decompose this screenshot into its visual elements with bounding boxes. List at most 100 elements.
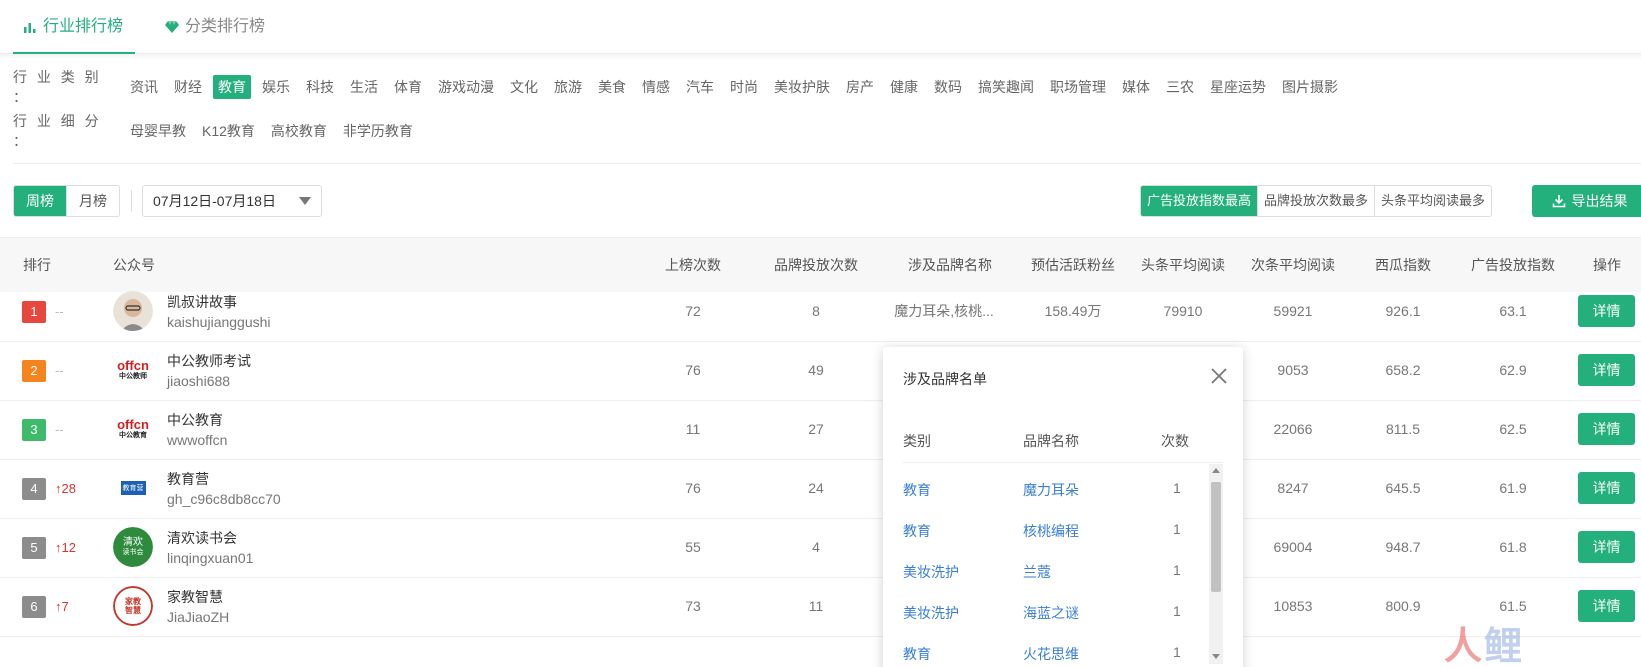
period-weekly-button[interactable]: 周榜 xyxy=(14,186,66,216)
tab-industry-ranking[interactable]: 行业排行榜 xyxy=(13,0,135,54)
category-chip[interactable]: 生活 xyxy=(345,75,383,99)
account-name[interactable]: 教育营 xyxy=(167,469,209,489)
subcategory-chip[interactable]: 非学历教育 xyxy=(338,119,418,143)
brand-name-link[interactable]: 兰蔻 xyxy=(1023,562,1051,582)
category-chip[interactable]: 娱乐 xyxy=(257,75,295,99)
category-chip[interactable]: 体育 xyxy=(389,75,427,99)
category-chip[interactable]: 科技 xyxy=(301,75,339,99)
brand-category-link[interactable]: 教育 xyxy=(903,521,931,541)
popup-scrollbar[interactable] xyxy=(1209,464,1223,664)
account-name[interactable]: 凯叔讲故事 xyxy=(167,292,237,312)
xigua-index-cell: 658.2 xyxy=(1385,362,1421,378)
tab-category-label: 分类排行榜 xyxy=(185,18,266,35)
sort-ad-index-button[interactable]: 广告投放指数最高 xyxy=(1141,186,1258,216)
detail-button[interactable]: 详情 xyxy=(1578,354,1635,386)
popup-scroll-thumb[interactable] xyxy=(1211,482,1221,592)
category-chip[interactable]: 美食 xyxy=(593,75,631,99)
table-row: 3 -- offcn 中公教育 中公教育 wwwoffcn 11 27 22066 811.5 62… xyxy=(0,398,1641,460)
category-chip[interactable]: 职场管理 xyxy=(1045,75,1111,99)
scroll-down-icon[interactable] xyxy=(1212,654,1220,659)
xigua-index-cell: 948.7 xyxy=(1385,539,1421,555)
detail-button[interactable]: 详情 xyxy=(1578,472,1635,504)
brand-category-link[interactable]: 教育 xyxy=(903,644,931,664)
filter-divider xyxy=(13,163,1641,164)
brand-count: 1 xyxy=(1173,644,1181,660)
account-name[interactable]: 中公教师考试 xyxy=(167,351,251,371)
category-chip[interactable]: 数码 xyxy=(929,75,967,99)
detail-button[interactable]: 详情 xyxy=(1578,413,1635,445)
brand-placements-cell: 49 xyxy=(808,362,824,378)
category-chip[interactable]: 旅游 xyxy=(549,75,587,99)
active-fans-cell: 158.49万 xyxy=(1044,303,1102,319)
account-name[interactable]: 家教智慧 xyxy=(167,587,223,607)
category-chip[interactable]: 游戏动漫 xyxy=(433,75,499,99)
brand-name-link[interactable]: 火花思维 xyxy=(1023,644,1079,664)
brand-category-link[interactable]: 教育 xyxy=(903,480,931,500)
xigua-index-cell: 800.9 xyxy=(1385,598,1421,614)
account-id: linqingxuan01 xyxy=(167,550,254,566)
brand-category-link[interactable]: 美妆洗护 xyxy=(903,562,959,582)
bar-chart-icon xyxy=(24,23,36,33)
appearances-cell: 11 xyxy=(685,421,701,437)
rank-badge: 2 xyxy=(22,360,46,382)
period-monthly-button[interactable]: 月榜 xyxy=(66,186,119,216)
diamond-icon xyxy=(165,21,179,33)
brand-placements-cell: 27 xyxy=(808,421,824,437)
category-chip[interactable]: 资讯 xyxy=(125,75,163,99)
subcategory-chip[interactable]: 母婴早教 xyxy=(125,119,191,143)
sort-toggle: 广告投放指数最高 品牌投放次数最多 头条平均阅读最多 xyxy=(1140,185,1493,217)
popup-brand-row: 教育 魔力耳朵 1 xyxy=(883,468,1223,509)
category-chip[interactable]: 三农 xyxy=(1161,75,1199,99)
rank-change: ↑7 xyxy=(55,599,69,614)
popup-header-divider xyxy=(903,462,1223,463)
category-chip[interactable]: 媒体 xyxy=(1117,75,1155,99)
category-chip[interactable]: 健康 xyxy=(885,75,923,99)
popup-header-count: 次数 xyxy=(1161,433,1189,449)
date-range-select[interactable]: 07月12日-07月18日 xyxy=(142,185,322,217)
category-chip[interactable]: 文化 xyxy=(505,75,543,99)
detail-button[interactable]: 详情 xyxy=(1578,295,1635,327)
appearances-cell: 76 xyxy=(685,480,701,496)
brand-name-link[interactable]: 核桃编程 xyxy=(1023,521,1079,541)
category-chip[interactable]: 教育 xyxy=(213,75,251,99)
brand-placements-cell: 4 xyxy=(812,539,820,555)
ad-index-cell: 61.8 xyxy=(1499,539,1527,555)
close-icon[interactable] xyxy=(1208,365,1230,387)
tab-category-ranking[interactable]: 分类排行榜 xyxy=(165,0,265,54)
brand-name-link[interactable]: 海蓝之谜 xyxy=(1023,603,1079,623)
detail-button[interactable]: 详情 xyxy=(1578,531,1635,563)
category-chip[interactable]: 房产 xyxy=(841,75,879,99)
appearances-cell: 73 xyxy=(685,598,701,614)
sort-brand-placements-button[interactable]: 品牌投放次数最多 xyxy=(1257,186,1374,216)
account-id: gh_c96c8db8cc70 xyxy=(167,491,281,507)
category-chip[interactable]: 美妆护肤 xyxy=(769,75,835,99)
ad-index-cell: 62.5 xyxy=(1499,421,1527,437)
account-name[interactable]: 中公教育 xyxy=(167,410,223,430)
account-name[interactable]: 清欢读书会 xyxy=(167,528,237,548)
subcategory-chip[interactable]: K12教育 xyxy=(197,119,260,143)
category-chip[interactable]: 汽车 xyxy=(681,75,719,99)
sub-reads-cell: 22066 xyxy=(1273,421,1313,437)
category-chip[interactable]: 图片摄影 xyxy=(1277,75,1343,99)
table-row: 1 -- 凯叔讲故事 kaishujianggushi 72 8 魔力耳朵,核桃... 158… xyxy=(0,280,1641,342)
category-chip[interactable]: 时尚 xyxy=(725,75,763,99)
account-id: jiaoshi688 xyxy=(167,373,231,389)
category-chip[interactable]: 搞笑趣闻 xyxy=(973,75,1039,99)
avatar: offcn 中公教师 xyxy=(113,350,153,390)
appearances-cell: 72 xyxy=(685,303,701,319)
detail-button[interactable]: 详情 xyxy=(1578,590,1635,622)
rank-badge: 6 xyxy=(22,596,46,618)
subcategory-chip[interactable]: 高校教育 xyxy=(266,119,332,143)
category-chip[interactable]: 财经 xyxy=(169,75,207,99)
category-chip[interactable]: 情感 xyxy=(637,75,675,99)
brand-name-link[interactable]: 魔力耳朵 xyxy=(1023,480,1079,500)
sort-head-reads-button[interactable]: 头条平均阅读最多 xyxy=(1374,186,1491,216)
industry-subcategory-label: 行 业 细 分 ： xyxy=(13,113,102,149)
export-button[interactable]: 导出结果 xyxy=(1532,185,1641,217)
scroll-up-icon[interactable] xyxy=(1212,468,1220,473)
brands-cell[interactable]: 魔力耳朵,核桃... xyxy=(894,280,994,342)
sub-reads-cell: 9053 xyxy=(1277,362,1309,378)
category-chip[interactable]: 星座运势 xyxy=(1205,75,1271,99)
brand-category-link[interactable]: 美妆洗护 xyxy=(903,603,959,623)
popup-brand-row: 教育 核桃编程 1 xyxy=(883,509,1223,550)
